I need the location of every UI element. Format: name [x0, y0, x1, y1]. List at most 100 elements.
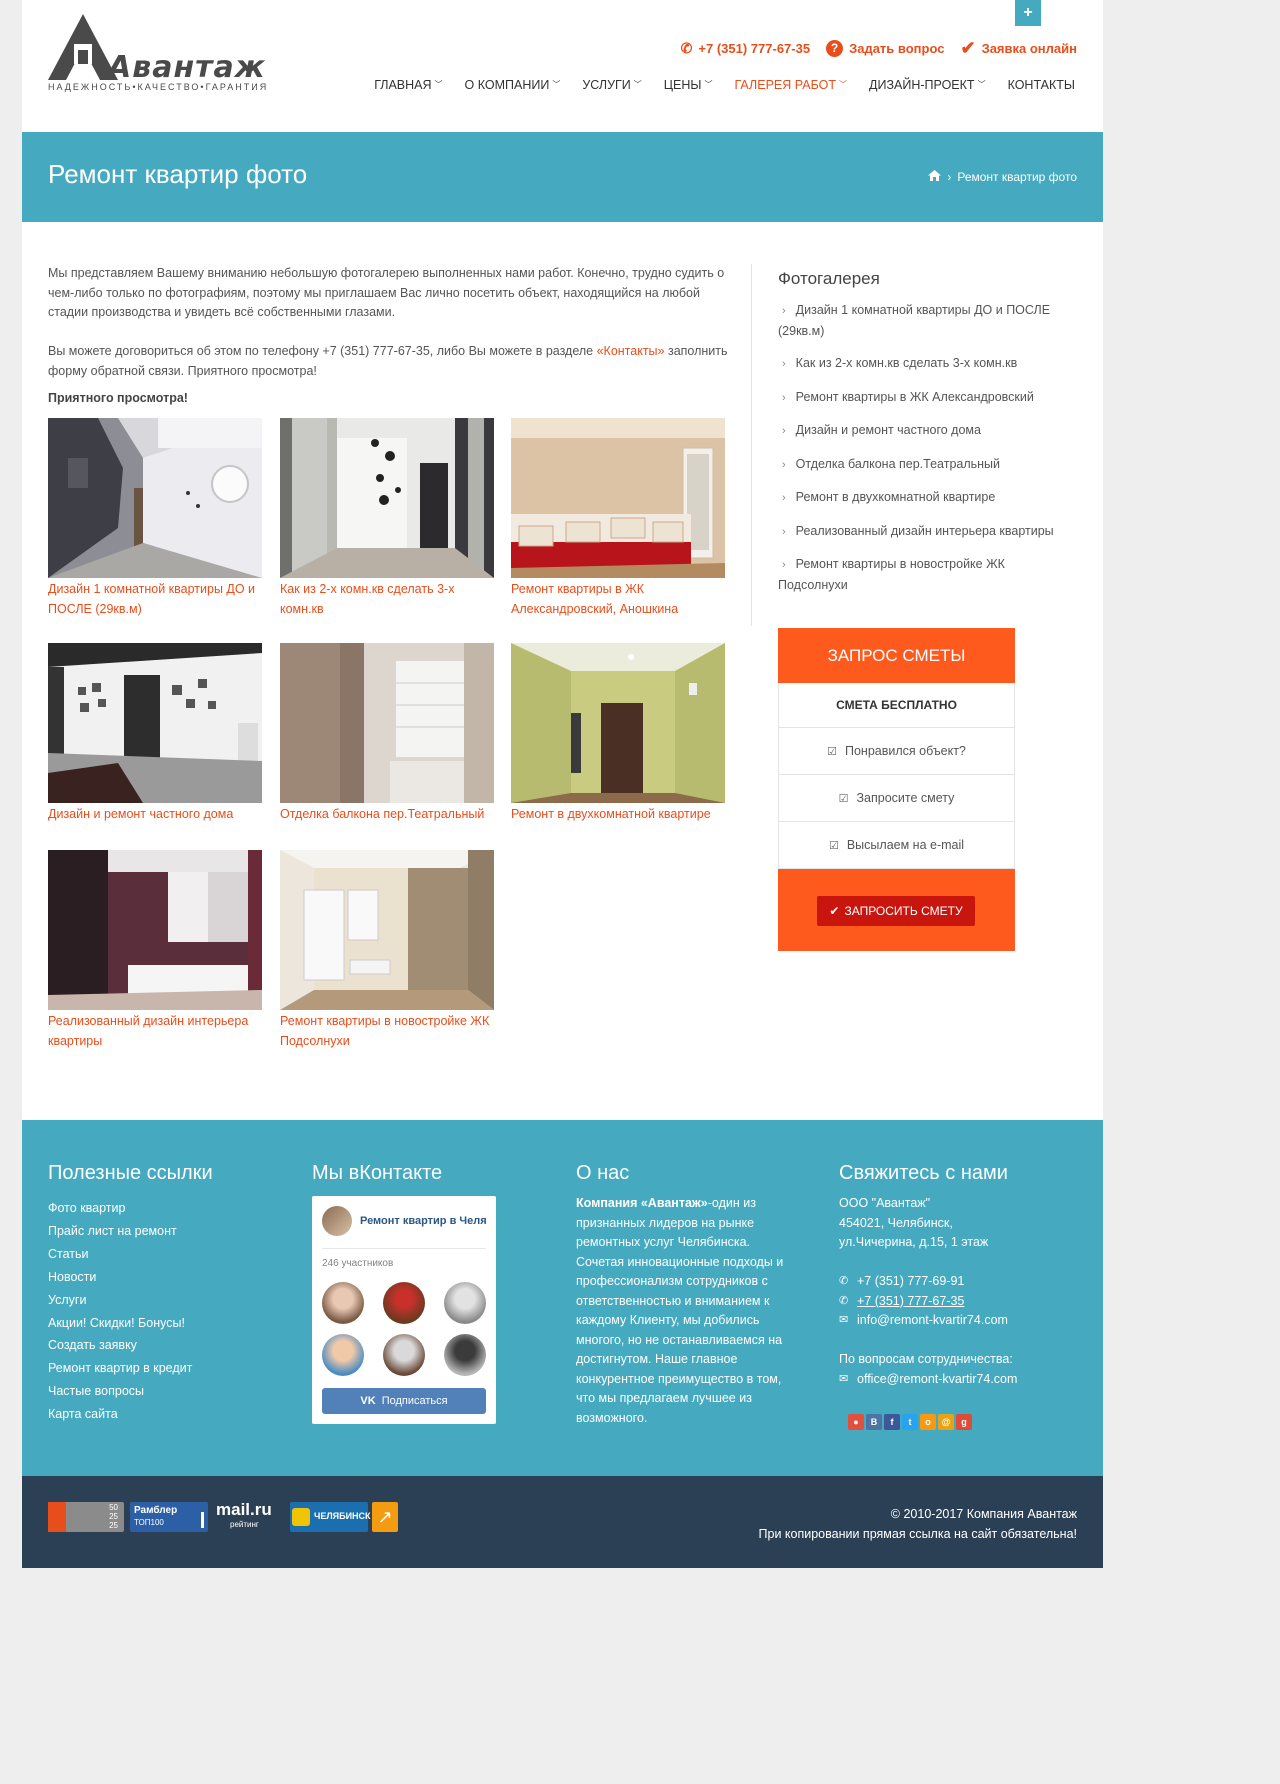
sidebar-link[interactable]: › Реализованный дизайн интерьера квартиры: [778, 522, 1078, 543]
request-estimate-button[interactable]: ✔ ЗАПРОСИТЬ СМЕТУ: [817, 896, 975, 926]
footer-link[interactable]: Прайс лист на ремонт: [48, 1220, 213, 1243]
footer-links-title: Полезные ссылки: [48, 1162, 213, 1184]
gallery-photo[interactable]: [48, 850, 262, 1010]
vk-member-avatar[interactable]: [383, 1282, 425, 1324]
footer-phone: +7 (351) 777-67-35: [857, 1293, 965, 1308]
gallery-item[interactable]: Реализованный дизайн интерьера квартиры: [48, 850, 262, 1051]
gallery-item[interactable]: Ремонт квартиры в новостройке ЖК Подсолн…: [280, 850, 494, 1051]
footer-email: info@remont-kvartir74.com: [857, 1313, 1008, 1327]
footer-links-column: Полезные ссылки Фото квартир Прайс лист …: [48, 1162, 213, 1426]
site-logo[interactable]: Авантаж НАДЕЖНОСТЬ•КАЧЕСТВО•ГАРАНТИЯ: [48, 14, 284, 94]
gallery-item[interactable]: Дизайн 1 комнатной квартиры ДО и ПОСЛЕ (…: [48, 418, 262, 619]
footer-phone-line[interactable]: ✆ +7 (351) 777-69-91: [839, 1272, 1079, 1292]
vk-member-avatar[interactable]: [444, 1282, 486, 1324]
footer-email-line[interactable]: ✉ info@remont-kvartir74.com: [839, 1311, 1079, 1331]
footer-link[interactable]: Услуги: [48, 1289, 213, 1312]
vk-icon[interactable]: B: [866, 1414, 882, 1430]
footer-link[interactable]: Акции! Скидки! Бонусы!: [48, 1312, 213, 1335]
mail-icon[interactable]: @: [938, 1414, 954, 1430]
vk-member-avatar[interactable]: [322, 1282, 364, 1324]
contacts-link[interactable]: «Контакты»: [597, 344, 665, 358]
mailru-sublabel: рейтинг: [230, 1520, 259, 1529]
envelope-icon: ✉: [839, 1314, 849, 1326]
sidebar-link[interactable]: › Ремонт квартиры в ЖК Александровский: [778, 388, 1078, 409]
chelyabinsk-label: ЧЕЛЯБИНСК: [314, 1511, 371, 1521]
breadcrumb: › Ремонт квартир фото: [928, 170, 1077, 184]
gallery-caption[interactable]: Реализованный дизайн интерьера квартиры: [48, 1012, 262, 1051]
header-phone-link[interactable]: ✆ +7 (351) 777-67-35: [681, 40, 810, 57]
rambler-counter[interactable]: Рамблер ТОП100: [130, 1502, 208, 1532]
vk-divider: [322, 1248, 486, 1249]
sidebar-link[interactable]: › Ремонт в двухкомнатной квартире: [778, 488, 1078, 509]
vk-group-header[interactable]: Ремонт квартир в Челябинске: [322, 1206, 486, 1236]
sidebar-link-label: Дизайн 1 комнатной квартиры ДО и ПОСЛЕ (…: [778, 303, 1051, 338]
ask-question-link[interactable]: ? Задать вопрос: [826, 40, 944, 57]
nav-item-contacts[interactable]: КОНТАКТЫ: [997, 78, 1077, 92]
chelyabinsk-counter[interactable]: ЧЕЛЯБИНСК: [290, 1502, 371, 1532]
footer-link[interactable]: Статьи: [48, 1243, 213, 1266]
footer-contact-title: Свяжитесь с нами: [839, 1162, 1008, 1184]
gallery-caption[interactable]: Как из 2-х комн.кв сделать 3-х комн.кв: [280, 580, 494, 619]
nav-item-services[interactable]: УСЛУГИ ﹀: [571, 78, 652, 92]
gallery-caption[interactable]: Ремонт квартиры в новостройке ЖК Подсолн…: [280, 1012, 494, 1051]
gallery-photo[interactable]: [280, 418, 494, 578]
gallery-item[interactable]: Дизайн и ремонт частного дома: [48, 643, 262, 825]
chevron-down-icon: ﹀: [839, 80, 848, 89]
gallery-photo[interactable]: [511, 418, 725, 578]
rss-icon[interactable]: ●: [848, 1414, 864, 1430]
facebook-icon[interactable]: f: [884, 1414, 900, 1430]
plus-toggle-button[interactable]: +: [1015, 0, 1041, 26]
gallery-caption[interactable]: Дизайн и ремонт частного дома: [48, 805, 262, 825]
nav-item-design[interactable]: ДИЗАЙН-ПРОЕКТ ﹀: [858, 78, 997, 92]
sidebar-link[interactable]: › Отделка балкона пер.Театральный: [778, 455, 1078, 476]
google-plus-icon[interactable]: g: [956, 1414, 972, 1430]
nav-item-gallery[interactable]: ГАЛЕРЕЯ РАБОТ ﹀: [723, 78, 858, 92]
vk-member-avatar[interactable]: [383, 1334, 425, 1376]
sidebar-links: › Дизайн 1 комнатной квартиры ДО и ПОСЛЕ …: [778, 301, 1078, 595]
gallery-item[interactable]: Ремонт квартиры в ЖК Александровский, Ан…: [511, 418, 725, 619]
gallery-photo[interactable]: [48, 643, 262, 803]
footer-link[interactable]: Карта сайта: [48, 1403, 213, 1426]
gallery-caption[interactable]: Ремонт квартиры в ЖК Александровский, Ан…: [511, 580, 725, 619]
vk-member-avatar[interactable]: [444, 1334, 486, 1376]
sidebar-link-label: Дизайн и ремонт частного дома: [795, 423, 981, 437]
footer-link[interactable]: Создать заявку: [48, 1334, 213, 1357]
gallery-photo[interactable]: [511, 643, 725, 803]
footer-link[interactable]: Частые вопросы: [48, 1380, 213, 1403]
footer-link[interactable]: Ремонт квартир в кредит: [48, 1357, 213, 1380]
estimate-feature-label: Понравился объект?: [844, 744, 966, 758]
footer-email-line[interactable]: ✉ office@remont-kvartir74.com: [839, 1370, 1079, 1390]
vk-member-avatar[interactable]: [322, 1334, 364, 1376]
gallery-photo[interactable]: [280, 850, 494, 1010]
online-request-link[interactable]: ✔ Заявка онлайн: [960, 38, 1077, 59]
arrow-up-right-icon[interactable]: ↗: [372, 1502, 398, 1532]
sidebar-link[interactable]: › Дизайн 1 комнатной квартиры ДО и ПОСЛЕ …: [778, 301, 1078, 341]
footer-link[interactable]: Новости: [48, 1266, 213, 1289]
vk-member-count: 246 участников: [322, 1258, 394, 1269]
vk-subscribe-button[interactable]: VK Подписаться: [322, 1388, 486, 1414]
gallery-photo[interactable]: [280, 643, 494, 803]
mailru-counter[interactable]: mail.ru рейтинг: [212, 1500, 286, 1532]
footer-phone-line[interactable]: ✆ +7 (351) 777-67-35: [839, 1292, 1079, 1312]
estimate-title: ЗАПРОС СМЕТЫ: [778, 628, 1015, 683]
request-estimate-label: ЗАПРОСИТЬ СМЕТУ: [844, 904, 963, 918]
nav-item-about[interactable]: О КОМПАНИИ ﹀: [454, 78, 572, 92]
home-icon[interactable]: [928, 170, 942, 184]
sidebar-link[interactable]: › Дизайн и ремонт частного дома: [778, 421, 1078, 442]
gallery-photo[interactable]: [48, 418, 262, 578]
odnoklassniki-icon[interactable]: o: [920, 1414, 936, 1430]
gallery-item[interactable]: Отделка балкона пер.Театральный: [280, 643, 494, 825]
liveinternet-counter[interactable]: 50 25 25: [48, 1502, 124, 1532]
twitter-icon[interactable]: t: [902, 1414, 918, 1430]
gallery-caption[interactable]: Дизайн 1 комнатной квартиры ДО и ПОСЛЕ (…: [48, 580, 262, 619]
gallery-caption[interactable]: Отделка балкона пер.Театральный: [280, 805, 494, 825]
footer-link[interactable]: Фото квартир: [48, 1197, 213, 1220]
gallery-item[interactable]: Ремонт в двухкомнатной квартире: [511, 643, 725, 825]
gallery-caption[interactable]: Ремонт в двухкомнатной квартире: [511, 805, 725, 825]
nav-item-prices[interactable]: ЦЕНЫ ﹀: [653, 78, 724, 92]
nav-item-home[interactable]: ГЛАВНАЯ ﹀: [363, 78, 453, 92]
counter-value: 50: [109, 1503, 118, 1512]
sidebar-link[interactable]: › Ремонт квартиры в новостройке ЖК Подсол…: [778, 555, 1078, 595]
sidebar-link[interactable]: › Как из 2-х комн.кв сделать 3-х комн.кв: [778, 354, 1078, 375]
gallery-item[interactable]: Как из 2-х комн.кв сделать 3-х комн.кв: [280, 418, 494, 619]
